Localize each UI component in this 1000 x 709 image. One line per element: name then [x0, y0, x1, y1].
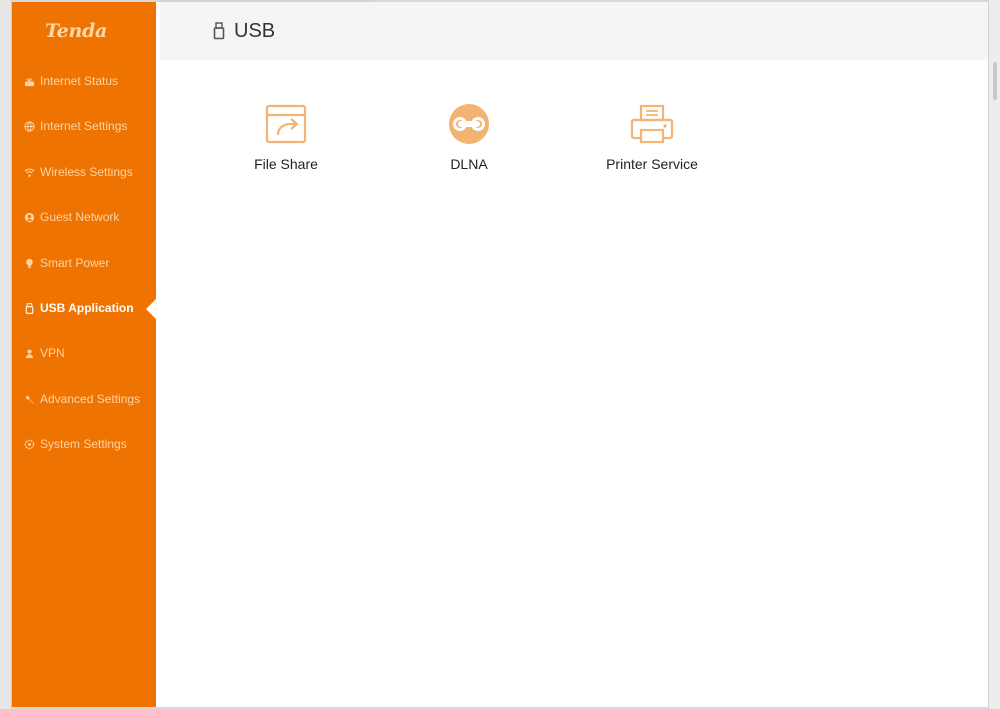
tenda-logo: Tenda: [45, 20, 107, 42]
sidebar-item-wireless-settings[interactable]: Wireless Settings: [12, 157, 156, 187]
sidebar-item-usb-application[interactable]: USB Application: [12, 293, 156, 323]
sidebar-item-label: Internet Status: [40, 74, 119, 88]
file-share-icon: [265, 104, 307, 144]
sidebar-item-guest-network[interactable]: Guest Network: [12, 202, 156, 232]
sidebar-item-vpn[interactable]: VPN: [12, 338, 156, 368]
usb-icon: [24, 302, 35, 314]
sidebar-item-internet-status[interactable]: Internet Status: [12, 66, 156, 96]
sidebar: Tenda Internet Status Internet Settings …: [12, 2, 156, 707]
scrollbar-thumb[interactable]: [993, 62, 997, 100]
usb-icon: [212, 22, 226, 40]
sidebar-item-smart-power[interactable]: Smart Power: [12, 248, 156, 278]
sidebar-item-label: Advanced Settings: [40, 392, 141, 406]
router-icon: [24, 76, 35, 87]
sidebar-item-label: VPN: [40, 346, 65, 360]
vpn-icon: [24, 348, 35, 359]
active-item-pointer: [146, 299, 156, 319]
sidebar-item-label: Guest Network: [40, 210, 120, 224]
bulb-icon: [24, 258, 35, 269]
window-left-border: [0, 0, 12, 709]
dlna-app[interactable]: DLNA: [399, 102, 539, 172]
vertical-scrollbar[interactable]: [988, 0, 1000, 709]
page-header: USB: [160, 2, 988, 60]
sidebar-item-label: System Settings: [40, 437, 127, 451]
wifi-icon: [24, 167, 35, 178]
dlna-label: DLNA: [450, 156, 488, 172]
sidebar-item-advanced-settings[interactable]: Advanced Settings: [12, 384, 156, 414]
sidebar-item-label: Internet Settings: [40, 119, 128, 133]
printer-service-app[interactable]: Printer Service: [582, 102, 722, 172]
wrench-icon: [24, 394, 35, 405]
sidebar-item-internet-settings[interactable]: Internet Settings: [12, 111, 156, 141]
sidebar-item-label: Smart Power: [40, 256, 110, 270]
sidebar-item-label: Wireless Settings: [40, 165, 133, 179]
dlna-icon: [449, 104, 489, 144]
guest-icon: [24, 212, 35, 223]
gear-icon: [24, 439, 35, 450]
printer-service-label: Printer Service: [606, 156, 698, 172]
file-share-label: File Share: [254, 156, 318, 172]
printer-icon: [630, 104, 674, 144]
page-title: USB: [234, 19, 276, 42]
sidebar-item-label: USB Application: [40, 301, 134, 315]
globe-icon: [24, 120, 35, 132]
file-share-app[interactable]: File Share: [216, 102, 356, 172]
sidebar-item-system-settings[interactable]: System Settings: [12, 429, 156, 459]
main-content: USB File Share DLNA Printer Service: [156, 2, 988, 707]
